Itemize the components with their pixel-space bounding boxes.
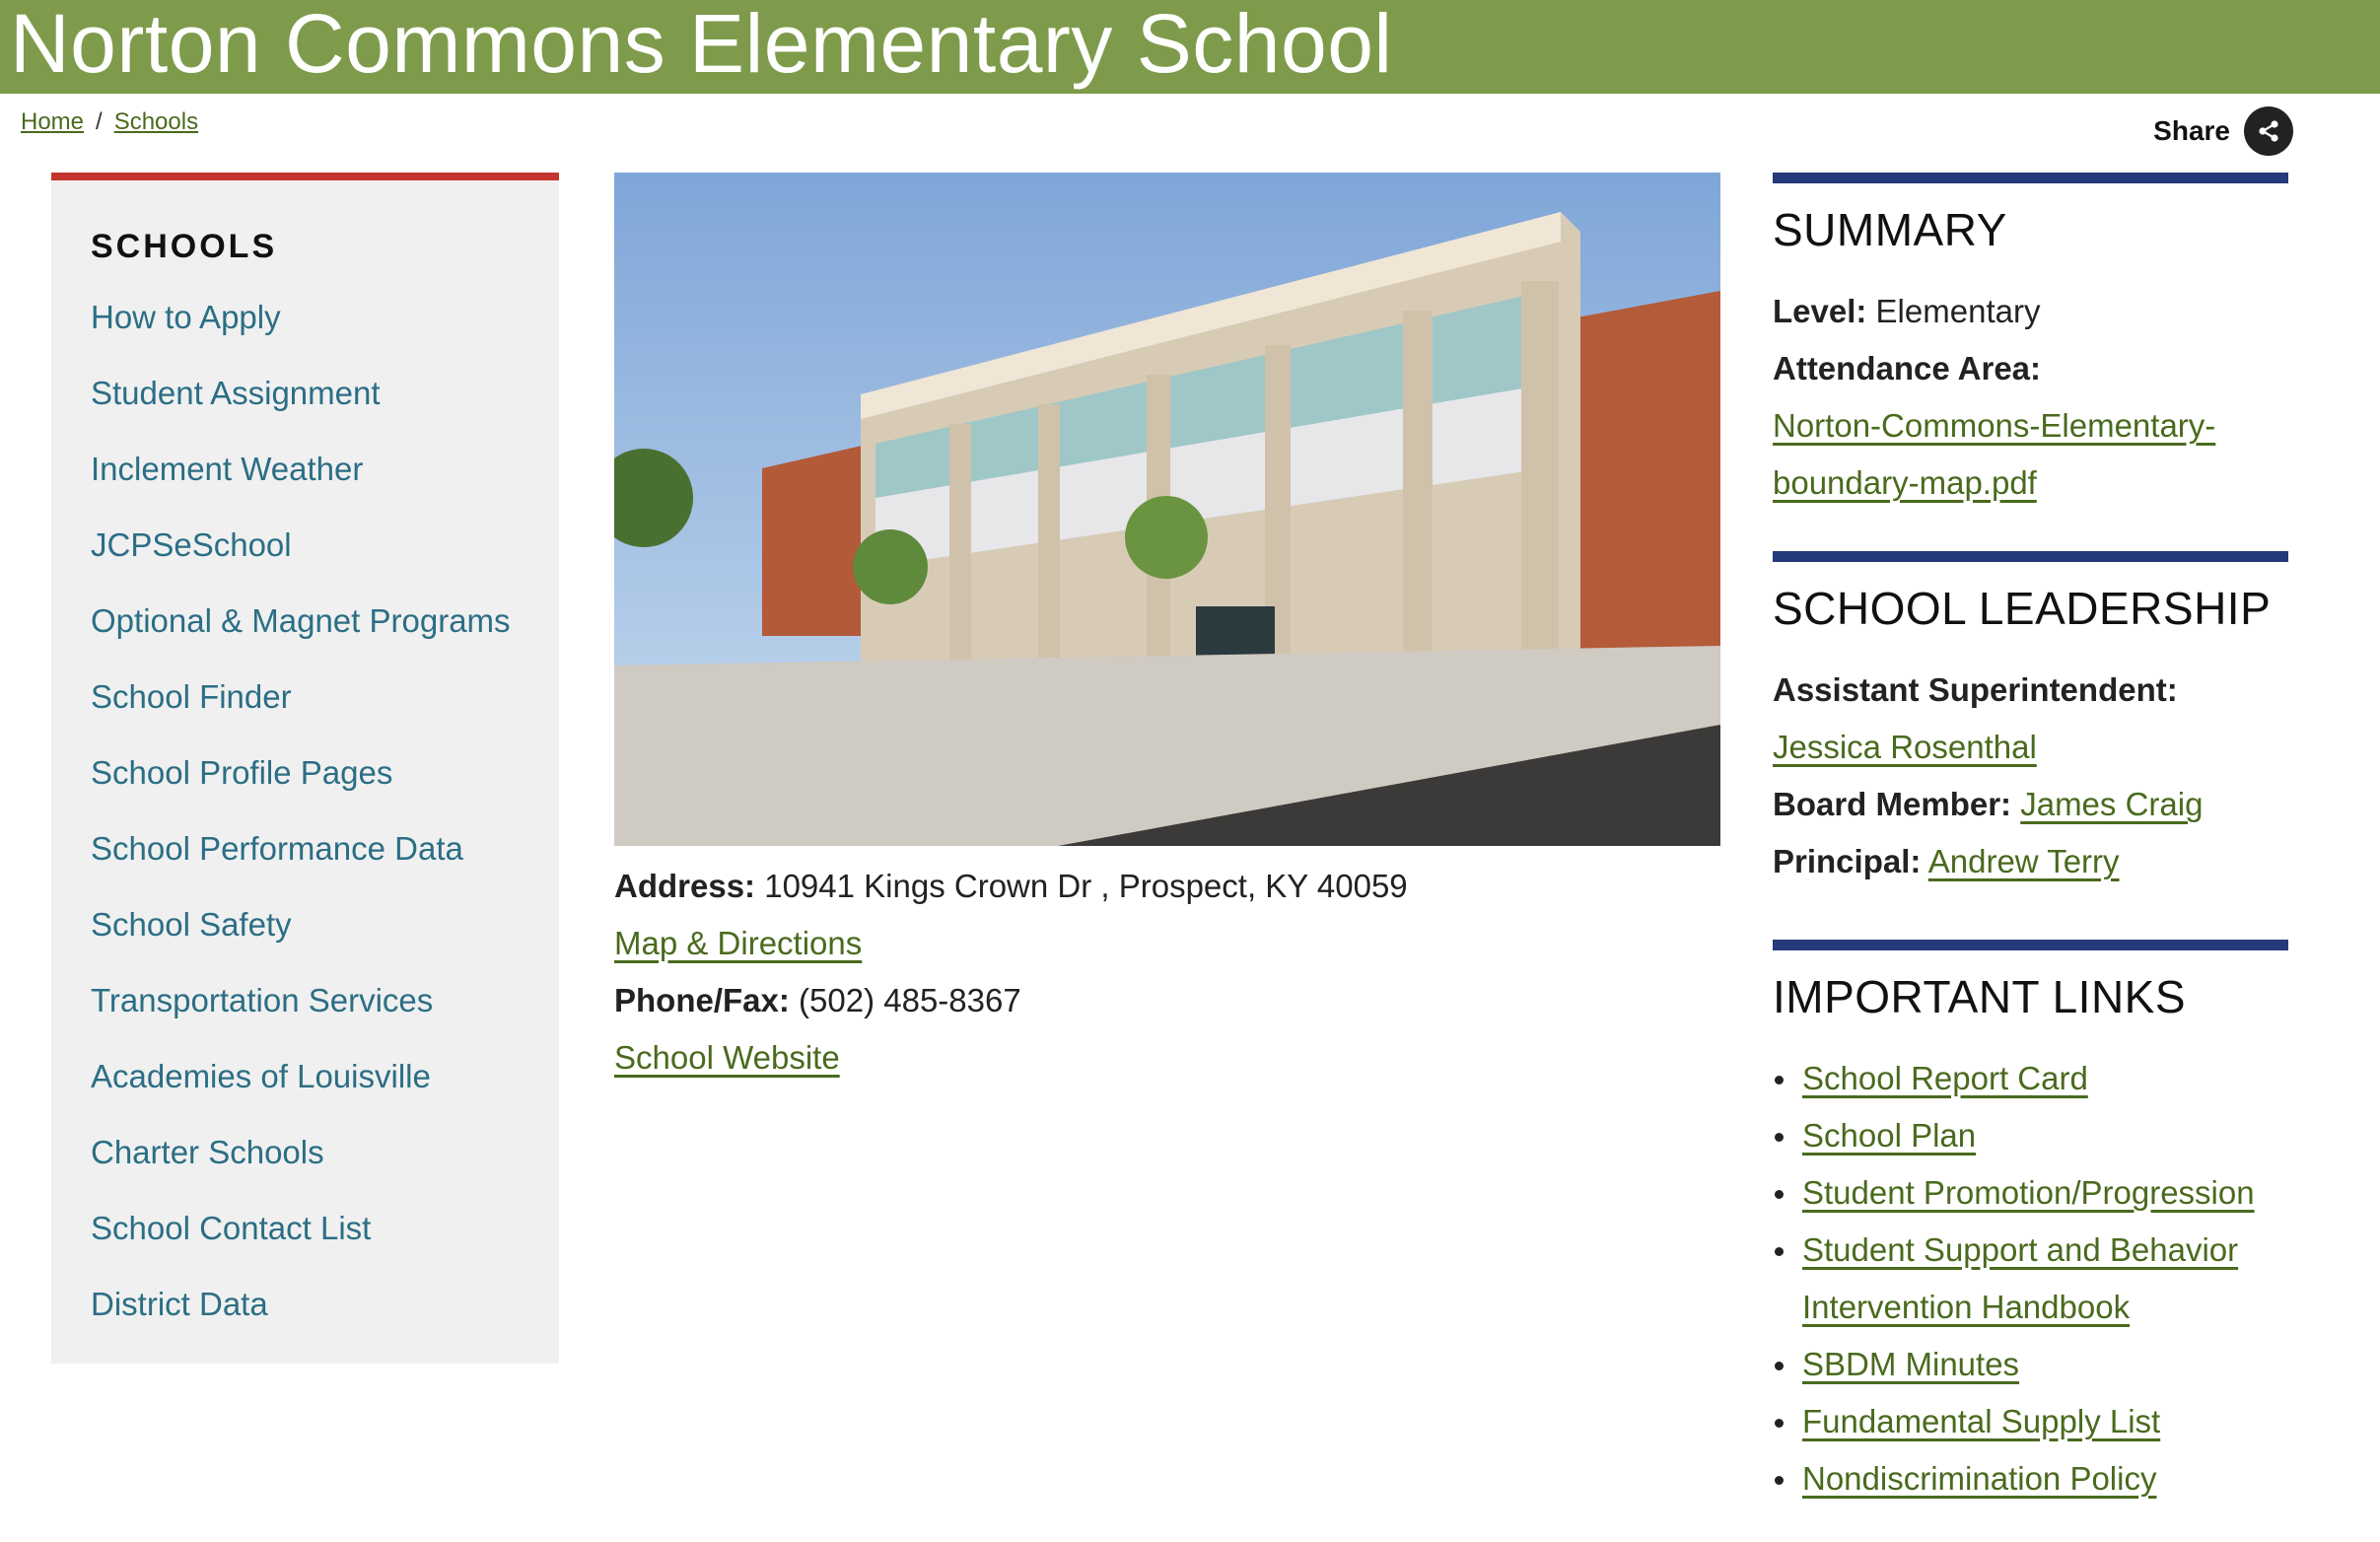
sidebar-item-transportation-services[interactable]: Transportation Services bbox=[91, 984, 511, 1060]
address-value: 10941 Kings Crown Dr , Prospect, KY 4005… bbox=[764, 868, 1408, 904]
leadership-section: SCHOOL LEADERSHIP Assistant Superintende… bbox=[1773, 551, 2288, 940]
asst-superintendent-link[interactable]: Jessica Rosenthal bbox=[1773, 729, 2037, 765]
school-details: Address: 10941 Kings Crown Dr , Prospect… bbox=[614, 868, 1408, 1096]
list-item: SBDM Minutes bbox=[1773, 1336, 2288, 1393]
boundary-map-link[interactable]: Norton-Commons-Elementary- bbox=[1773, 407, 2215, 444]
sidebar-item-how-to-apply[interactable]: How to Apply bbox=[91, 301, 511, 377]
sidebar-menu: How to Apply Student Assignment Inclemen… bbox=[91, 301, 511, 1364]
sidebar-item-school-performance-data[interactable]: School Performance Data bbox=[91, 832, 511, 908]
sidebar-item-charter-schools[interactable]: Charter Schools bbox=[91, 1136, 511, 1212]
map-line: Map & Directions bbox=[614, 925, 1408, 982]
address-label: Address: bbox=[614, 868, 756, 904]
breadcrumb-separator: / bbox=[96, 108, 103, 135]
sidebar-item-student-assignment[interactable]: Student Assignment bbox=[91, 377, 511, 453]
important-links-list: School Report Card School Plan Student P… bbox=[1773, 1050, 2288, 1507]
address-line: Address: 10941 Kings Crown Dr , Prospect… bbox=[614, 868, 1408, 925]
asst-superintendent-name-line: Jessica Rosenthal bbox=[1773, 719, 2288, 776]
list-item: School Report Card bbox=[1773, 1050, 2288, 1107]
right-column: SUMMARY Level: Elementary Attendance Are… bbox=[1773, 173, 2288, 1507]
list-item: School Plan bbox=[1773, 1107, 2288, 1164]
student-support-link-cont[interactable]: Intervention Handbook bbox=[1802, 1289, 2130, 1325]
school-building-photo bbox=[614, 173, 1720, 846]
website-line: School Website bbox=[614, 1039, 1408, 1096]
breadcrumb-home-link[interactable]: Home bbox=[21, 108, 84, 135]
student-promotion-link[interactable]: Student Promotion/Progression bbox=[1802, 1174, 2255, 1211]
level-value: Elementary bbox=[1875, 293, 2041, 330]
sidebar-item-jcpseschool[interactable]: JCPSeSchool bbox=[91, 528, 511, 604]
boundary-link-line-2: boundary-map.pdf bbox=[1773, 455, 2288, 512]
sidebar-heading: SCHOOLS bbox=[91, 228, 278, 265]
phone-value: (502) 485-8367 bbox=[799, 982, 1021, 1018]
sidebar-item-inclement-weather[interactable]: Inclement Weather bbox=[91, 453, 511, 528]
important-links-heading: IMPORTANT LINKS bbox=[1773, 971, 2187, 1022]
principal-label: Principal: bbox=[1773, 843, 1922, 880]
board-member-link[interactable]: James Craig bbox=[2020, 786, 2203, 822]
share-button[interactable]: Share bbox=[2153, 106, 2293, 156]
breadcrumb-schools-link[interactable]: Schools bbox=[114, 108, 198, 135]
phone-line: Phone/Fax: (502) 485-8367 bbox=[614, 982, 1408, 1039]
sidebar-item-academies-of-louisville[interactable]: Academies of Louisville bbox=[91, 1060, 511, 1136]
share-label: Share bbox=[2153, 115, 2230, 146]
boundary-link-line-1: Norton-Commons-Elementary- bbox=[1773, 397, 2288, 455]
summary-heading: SUMMARY bbox=[1773, 204, 2007, 255]
summary-section: SUMMARY Level: Elementary Attendance Are… bbox=[1773, 173, 2288, 551]
school-website-link[interactable]: School Website bbox=[614, 1039, 840, 1076]
asst-superintendent-line: Assistant Superintendent: bbox=[1773, 662, 2288, 719]
list-item: Nondiscrimination Policy bbox=[1773, 1450, 2288, 1507]
sidebar-item-district-data[interactable]: District Data bbox=[91, 1288, 511, 1364]
student-support-link[interactable]: Student Support and Behavior bbox=[1802, 1231, 2238, 1268]
page-title: Norton Commons Elementary School bbox=[10, 0, 1393, 90]
attendance-label: Attendance Area: bbox=[1773, 350, 2042, 387]
boundary-map-link-cont[interactable]: boundary-map.pdf bbox=[1773, 464, 2037, 501]
list-item: Fundamental Supply List bbox=[1773, 1393, 2288, 1450]
nondiscrimination-policy-link[interactable]: Nondiscrimination Policy bbox=[1802, 1460, 2156, 1497]
share-icon[interactable] bbox=[2244, 106, 2293, 156]
list-item: Student Support and Behavior Interventio… bbox=[1773, 1222, 2288, 1336]
sbdm-minutes-link[interactable]: SBDM Minutes bbox=[1802, 1346, 2019, 1382]
school-report-card-link[interactable]: School Report Card bbox=[1802, 1060, 2088, 1096]
sidebar-item-optional-magnet-programs[interactable]: Optional & Magnet Programs bbox=[91, 604, 511, 680]
principal-line: Principal: Andrew Terry bbox=[1773, 833, 2288, 890]
asst-superintendent-label: Assistant Superintendent: bbox=[1773, 671, 2178, 709]
board-member-line: Board Member: James Craig bbox=[1773, 776, 2288, 833]
sidebar-item-school-safety[interactable]: School Safety bbox=[91, 908, 511, 984]
school-plan-link[interactable]: School Plan bbox=[1802, 1117, 1976, 1154]
leadership-heading: SCHOOL LEADERSHIP bbox=[1773, 583, 2272, 634]
level-line: Level: Elementary bbox=[1773, 283, 2288, 340]
phone-label: Phone/Fax: bbox=[614, 982, 790, 1018]
level-label: Level: bbox=[1773, 293, 1867, 330]
page-banner: Norton Commons Elementary School bbox=[0, 0, 2380, 94]
board-member-label: Board Member: bbox=[1773, 786, 2012, 823]
list-item: Student Promotion/Progression bbox=[1773, 1164, 2288, 1222]
attendance-line: Attendance Area: bbox=[1773, 340, 2288, 397]
schools-sidebar: SCHOOLS How to Apply Student Assignment … bbox=[51, 173, 559, 1364]
map-directions-link[interactable]: Map & Directions bbox=[614, 925, 862, 961]
sidebar-item-school-finder[interactable]: School Finder bbox=[91, 680, 511, 756]
sidebar-item-school-contact-list[interactable]: School Contact List bbox=[91, 1212, 511, 1288]
breadcrumb: Home / Schools bbox=[21, 108, 198, 136]
important-links-section: IMPORTANT LINKS School Report Card Schoo… bbox=[1773, 940, 2288, 1507]
supply-list-link[interactable]: Fundamental Supply List bbox=[1802, 1403, 2160, 1439]
principal-link[interactable]: Andrew Terry bbox=[1928, 843, 2120, 879]
sidebar-item-school-profile-pages[interactable]: School Profile Pages bbox=[91, 756, 511, 832]
